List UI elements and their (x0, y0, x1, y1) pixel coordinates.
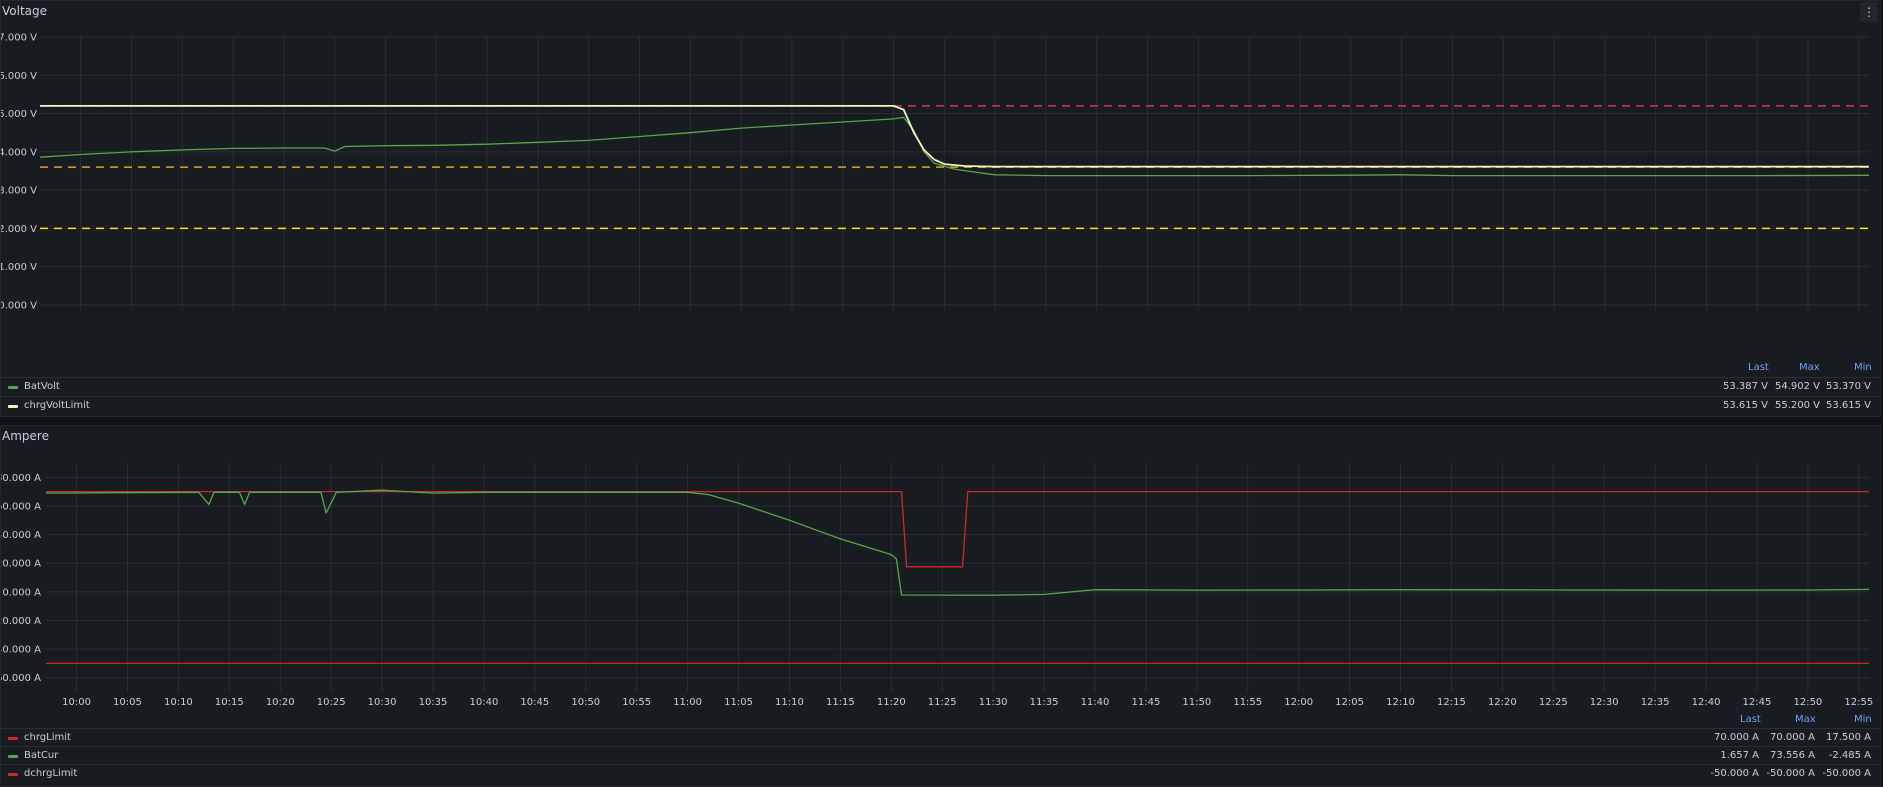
legend-max: 73.556 A (1769, 750, 1815, 761)
x-tick-label: 11:40 (1081, 697, 1110, 708)
y-tick-label: 54.000 V (1, 147, 37, 158)
legend-min: -2.485 A (1828, 750, 1871, 761)
x-tick-label: 11:55 (1233, 697, 1262, 708)
legend-header-max[interactable]: Max (1795, 714, 1816, 725)
y-tick-label: -60.000 A (1, 673, 41, 684)
legend-swatch (8, 737, 18, 740)
legend-last: -50.000 A (1710, 768, 1759, 779)
legend-header-max[interactable]: Max (1799, 362, 1820, 373)
x-tick-label: 11:00 (673, 697, 702, 708)
x-tick-label: 10:25 (317, 697, 346, 708)
legend-min: 53.615 V (1825, 400, 1871, 411)
x-tick-label: 10:55 (622, 697, 651, 708)
legend-series-name: chrgVoltLimit (24, 400, 90, 411)
y-tick-label: 52.000 V (1, 224, 37, 235)
legend-row-chrgvoltlimit[interactable]: chrgVoltLimit 53.615 V 55.200 V 53.615 V (1, 396, 1880, 415)
y-tick-label: 51.000 V (1, 262, 37, 273)
legend-row-batcur[interactable]: BatCur 1.657 A 73.556 A -2.485 A (1, 746, 1880, 765)
y-tick-label: 60.000 A (1, 501, 41, 512)
legend-swatch (8, 405, 18, 408)
y-tick-label: 40.000 A (1, 530, 41, 541)
x-tick-label: 10:35 (419, 697, 448, 708)
y-tick-label: 53.000 V (1, 186, 37, 197)
x-tick-label: 12:20 (1488, 697, 1517, 708)
x-tick-label: 11:05 (724, 697, 753, 708)
x-tick-label: 12:05 (1335, 697, 1364, 708)
x-tick-label: 11:15 (826, 697, 855, 708)
x-tick-label: 12:35 (1641, 697, 1670, 708)
y-tick-label: 20.000 A (1, 559, 41, 570)
x-tick-label: 12:45 (1743, 697, 1772, 708)
legend-series-name: dchrgLimit (24, 768, 78, 779)
y-tick-label: 50.000 V (1, 300, 37, 311)
x-tick-label: 12:40 (1692, 697, 1721, 708)
series-line-chrglimit (46, 490, 1869, 568)
legend-max: 70.000 A (1769, 732, 1815, 743)
legend-series-name: BatVolt (24, 381, 60, 392)
y-tick-label: 57.000 V (1, 33, 37, 44)
x-tick-label: 12:00 (1284, 697, 1313, 708)
legend-series-name: BatCur (24, 750, 59, 761)
y-tick-label: -20.000 A (1, 616, 41, 627)
legend-series-name: chrgLimit (24, 732, 71, 743)
x-tick-label: 10:05 (113, 697, 142, 708)
x-tick-label: 12:55 (1844, 697, 1873, 708)
x-tick-label: 10:30 (368, 697, 397, 708)
x-tick-label: 11:50 (1182, 697, 1211, 708)
x-tick-label: 11:20 (877, 697, 906, 708)
voltage-chart[interactable]: 57.000 V 56.000 V 55.000 V 54.000 V 53.000 V… (1, 1, 1880, 311)
x-tick-label: 11:35 (1030, 697, 1059, 708)
x-tick-label: 10:45 (520, 697, 549, 708)
legend-last: 70.000 A (1713, 732, 1759, 743)
legend-row-batvolt[interactable]: BatVolt 53.387 V 54.902 V 53.370 V (1, 377, 1880, 396)
legend-min: -50.000 A (1822, 768, 1871, 779)
legend-last: 53.387 V (1722, 381, 1768, 392)
legend-last: 53.615 V (1722, 400, 1768, 411)
legend-row-chrglimit[interactable]: chrgLimit 70.000 A 70.000 A 17.500 A (1, 728, 1880, 747)
x-tick-label: 10:20 (266, 697, 295, 708)
legend-row-dchrglimit[interactable]: dchrgLimit -50.000 A -50.000 A -50.000 A (1, 764, 1880, 783)
x-tick-label: 12:30 (1590, 697, 1619, 708)
series-line-chrgvoltlimit (40, 105, 1869, 168)
legend-swatch (8, 773, 18, 776)
y-tick-label: -40.000 A (1, 645, 41, 656)
legend-header-last[interactable]: Last (1748, 362, 1769, 373)
legend-min: 17.500 A (1825, 732, 1871, 743)
legend-header-min[interactable]: Min (1854, 362, 1872, 373)
x-tick-label: 11:10 (775, 697, 804, 708)
x-tick-label: 10:10 (164, 697, 193, 708)
x-tick-label: 12:25 (1539, 697, 1568, 708)
x-tick-label: 11:25 (928, 697, 957, 708)
legend-swatch (8, 755, 18, 758)
x-tick-label: 10:15 (215, 697, 244, 708)
x-tick-label: 12:15 (1437, 697, 1466, 708)
legend-swatch (8, 386, 18, 389)
y-tick-label: 56.000 V (1, 71, 37, 82)
legend-header-min[interactable]: Min (1854, 714, 1872, 725)
panel-ampere: Ampere 80.000 A60.000 A40.000 A20.000 A0… (0, 425, 1881, 787)
x-tick-label: 12:50 (1793, 697, 1822, 708)
x-tick-label: 11:30 (979, 697, 1008, 708)
y-tick-label: 55.000 V (1, 109, 37, 120)
x-tick-label: 10:00 (62, 697, 91, 708)
panel-voltage: Voltage ⋮ 57.000 V56.000 V55.000 V54.000… (0, 0, 1881, 417)
x-tick-label: 10:40 (470, 697, 499, 708)
legend-min: 53.370 V (1825, 381, 1871, 392)
x-tick-label: 11:45 (1131, 697, 1160, 708)
y-tick-label: 80.000 A (1, 473, 41, 484)
ampere-chart[interactable]: 80.000 A 60.000 A 40.000 A 20.000 A 0.000 A -… (1, 426, 1880, 717)
y-tick-label: 0.000 A (2, 587, 41, 598)
legend-max: -50.000 A (1766, 768, 1815, 779)
x-tick-label: 10:50 (571, 697, 600, 708)
legend-header-last[interactable]: Last (1740, 714, 1761, 725)
x-tick-label: 12:10 (1386, 697, 1415, 708)
legend-last: 1.657 A (1720, 750, 1759, 761)
